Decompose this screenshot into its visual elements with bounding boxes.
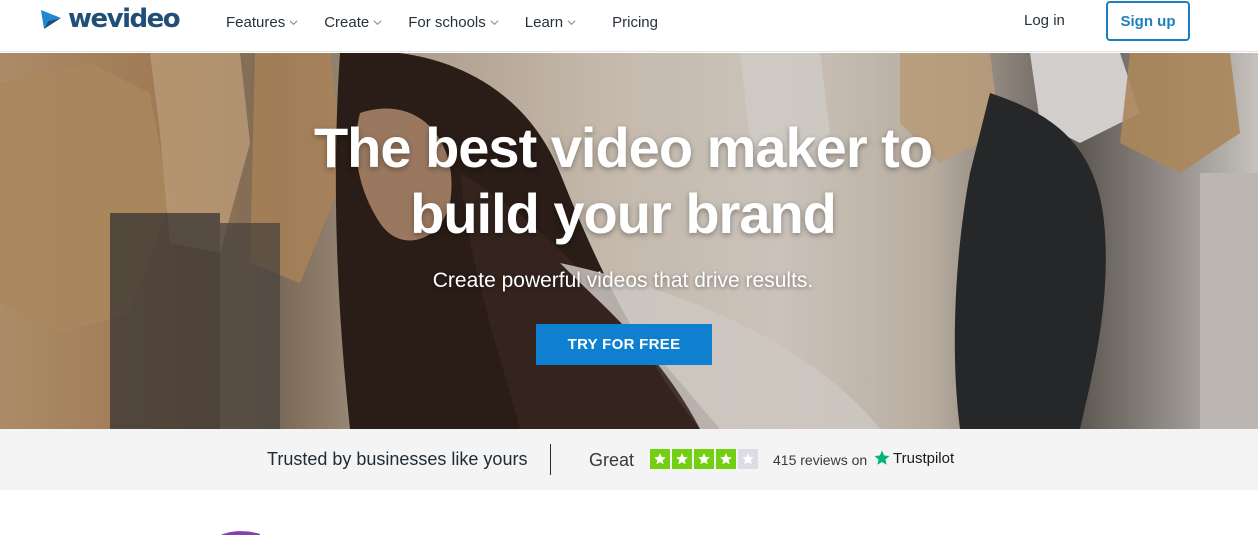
- rating-word: Great: [589, 450, 635, 470]
- trustpilot-logo[interactable]: Trustpilot: [873, 449, 954, 467]
- login-link[interactable]: Log in: [1024, 12, 1065, 29]
- try-for-free-button[interactable]: TRY FOR FREE: [536, 324, 712, 365]
- hero-section: The best video maker to build your brand…: [0, 53, 1258, 429]
- main-nav: Features Create For schools Learn Pricin…: [226, 0, 684, 44]
- partial-graphic: [221, 531, 260, 535]
- trust-bar: Trusted by businesses like yours Great 4…: [0, 429, 1258, 490]
- nav-for-schools[interactable]: For schools: [408, 14, 499, 31]
- hero-title: The best video maker to build your brand: [0, 115, 1246, 247]
- hero-title-line1: The best video maker to: [313, 116, 933, 179]
- trustpilot-label: Trustpilot: [893, 449, 955, 467]
- logo-text: wevideo: [68, 4, 181, 34]
- star-icon: [738, 449, 758, 469]
- star-icon: [650, 449, 670, 469]
- trusted-by-label: Trusted by businesses like yours: [267, 449, 528, 469]
- wevideo-logo[interactable]: wevideo: [40, 4, 181, 34]
- chevron-down-icon: [373, 20, 382, 26]
- nav-create[interactable]: Create: [324, 14, 382, 31]
- nav-pricing[interactable]: Pricing: [612, 14, 658, 31]
- chevron-down-icon: [567, 20, 576, 26]
- nav-features[interactable]: Features: [226, 14, 298, 31]
- nav-learn[interactable]: Learn: [525, 14, 576, 31]
- nav-learn-label: Learn: [524, 13, 564, 31]
- wevideo-logo-icon: [41, 10, 61, 29]
- star-icon: [694, 449, 714, 469]
- nav-for-schools-label: For schools: [408, 13, 486, 31]
- star-icon: [716, 449, 736, 469]
- hero-title-line2: build your brand: [410, 182, 837, 245]
- trustpilot-star-icon: [874, 450, 890, 465]
- trustpilot-stars[interactable]: [650, 449, 758, 469]
- nav-features-label: Features: [226, 13, 286, 31]
- chevron-down-icon: [289, 20, 298, 26]
- hero-subtitle: Create powerful videos that drive result…: [432, 269, 814, 292]
- signup-button[interactable]: Sign up: [1106, 1, 1190, 41]
- trust-divider: [550, 444, 551, 475]
- star-icon: [672, 449, 692, 469]
- chevron-down-icon: [490, 20, 499, 26]
- nav-create-label: Create: [324, 13, 370, 31]
- nav-pricing-label: Pricing: [612, 13, 658, 31]
- reviews-count[interactable]: 415 reviews on: [773, 452, 867, 468]
- site-header: wevideo Features Create For schools Lear…: [0, 0, 1258, 52]
